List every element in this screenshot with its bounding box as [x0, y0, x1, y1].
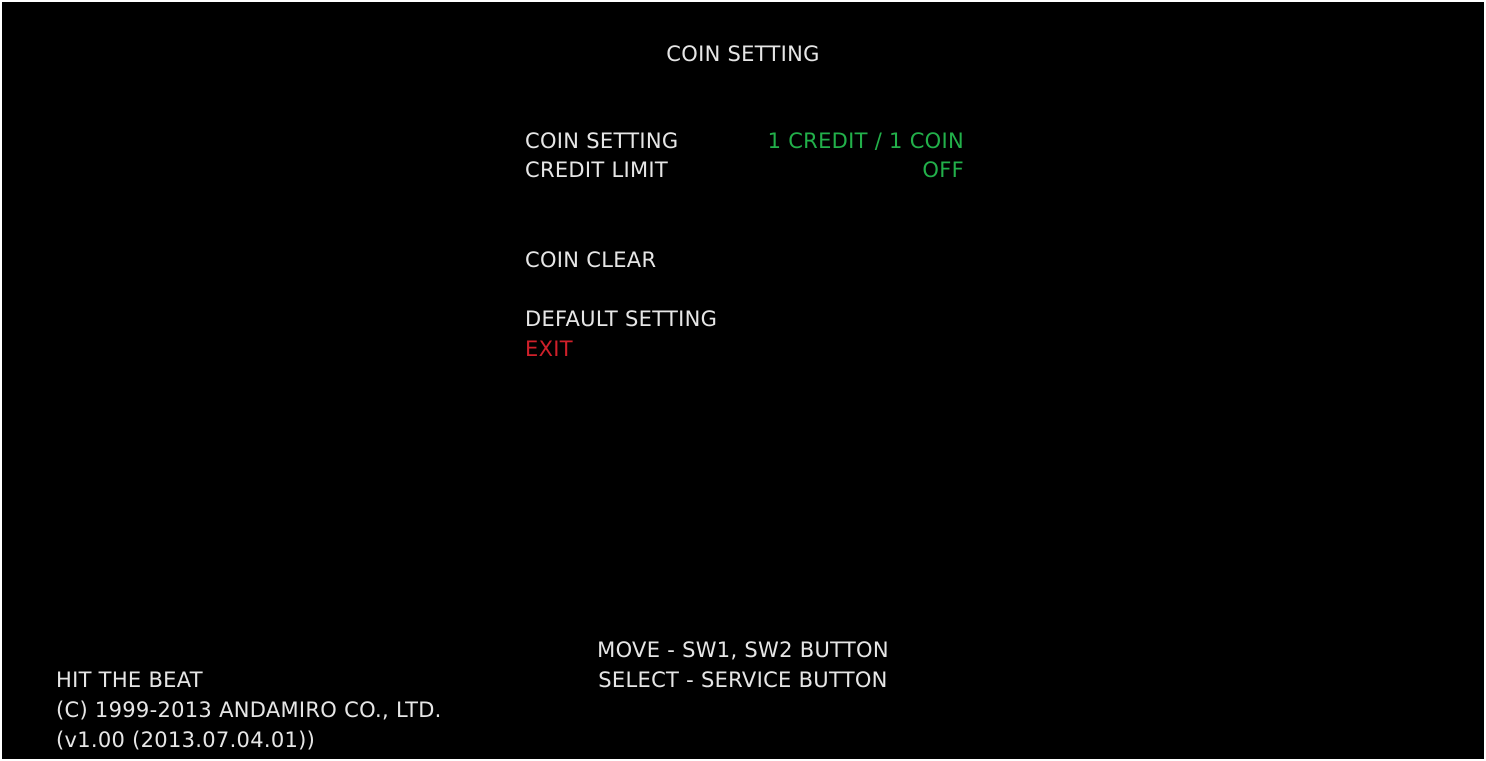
help-move: MOVE - SW1, SW2 BUTTON — [597, 638, 889, 662]
menu-item-coin-setting[interactable]: COIN SETTING — [525, 129, 678, 153]
help-select: SELECT - SERVICE BUTTON — [598, 668, 888, 692]
menu-item-exit[interactable]: EXIT — [525, 337, 573, 361]
screen-title: COIN SETTING — [666, 42, 820, 66]
game-name: HIT THE BEAT — [56, 668, 203, 692]
menu-item-credit-limit[interactable]: CREDIT LIMIT — [525, 158, 668, 182]
menu-item-coin-clear[interactable]: COIN CLEAR — [525, 248, 656, 272]
copyright-text: (C) 1999-2013 ANDAMIRO CO., LTD. — [56, 698, 442, 722]
credit-limit-value: OFF — [922, 158, 964, 182]
coin-setting-value: 1 CREDIT / 1 COIN — [767, 129, 964, 153]
menu-item-default-setting[interactable]: DEFAULT SETTING — [525, 307, 717, 331]
version-text: (v1.00 (2013.07.04.01)) — [56, 728, 316, 752]
service-menu-screen: COIN SETTING COIN SETTING 1 CREDIT / 1 C… — [2, 2, 1484, 759]
